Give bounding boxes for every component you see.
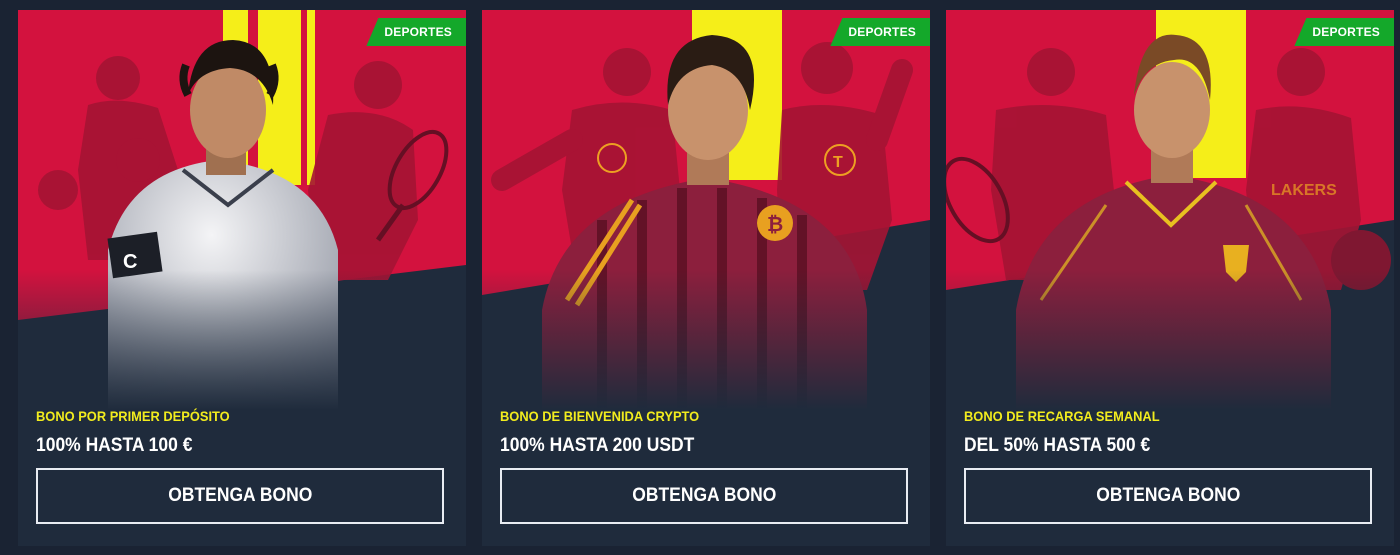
promo-artwork: T ₿: [482, 10, 930, 410]
get-bonus-button-label: OBTENGA BONO: [631, 485, 777, 506]
category-tag: DEPORTES: [1294, 18, 1394, 46]
get-bonus-button-label: OBTENGA BONO: [167, 485, 313, 506]
bonus-cards: C DEPORTES BONO POR PRIMER DEPÓSITO 100%…: [0, 0, 1400, 555]
bonus-subtitle: BONO DE BIENVENIDA CRYPTO: [500, 408, 700, 424]
bonus-subtitle: BONO DE RECARGA SEMANAL: [964, 408, 1160, 424]
promo-artwork: LAKERS: [946, 10, 1394, 410]
get-bonus-button[interactable]: OBTENGA BONO: [500, 468, 908, 524]
bonus-card-weekly-reload: LAKERS DEPORTES BONO DE RECARGA SEMANAL …: [946, 10, 1394, 546]
get-bonus-button[interactable]: OBTENGA BONO: [36, 468, 444, 524]
svg-text:C: C: [123, 251, 137, 273]
svg-text:₿: ₿: [767, 214, 783, 236]
bonus-card-crypto-welcome: T ₿ DEPORTES BONO DE BIENVENIDA CRYPTO 1…: [482, 10, 930, 546]
bonus-headline: 100% HASTA 100 €: [36, 435, 193, 456]
promo-illustration: LAKERS: [946, 10, 1394, 410]
svg-text:LAKERS: LAKERS: [1271, 182, 1337, 199]
category-tag: DEPORTES: [366, 18, 466, 46]
get-bonus-button-label: OBTENGA BONO: [1095, 485, 1241, 506]
promo-artwork: C: [18, 10, 466, 410]
get-bonus-button[interactable]: OBTENGA BONO: [964, 468, 1372, 524]
bonus-card-first-deposit: C DEPORTES BONO POR PRIMER DEPÓSITO 100%…: [18, 10, 466, 546]
promo-illustration: C: [18, 10, 466, 410]
promo-illustration: T ₿: [482, 10, 930, 410]
bonus-subtitle: BONO POR PRIMER DEPÓSITO: [36, 408, 230, 424]
bonus-headline: 100% HASTA 200 USDT: [500, 435, 695, 456]
category-tag: DEPORTES: [830, 18, 930, 46]
svg-text:T: T: [833, 154, 843, 171]
bonus-headline: DEL 50% HASTA 500 €: [964, 435, 1151, 456]
